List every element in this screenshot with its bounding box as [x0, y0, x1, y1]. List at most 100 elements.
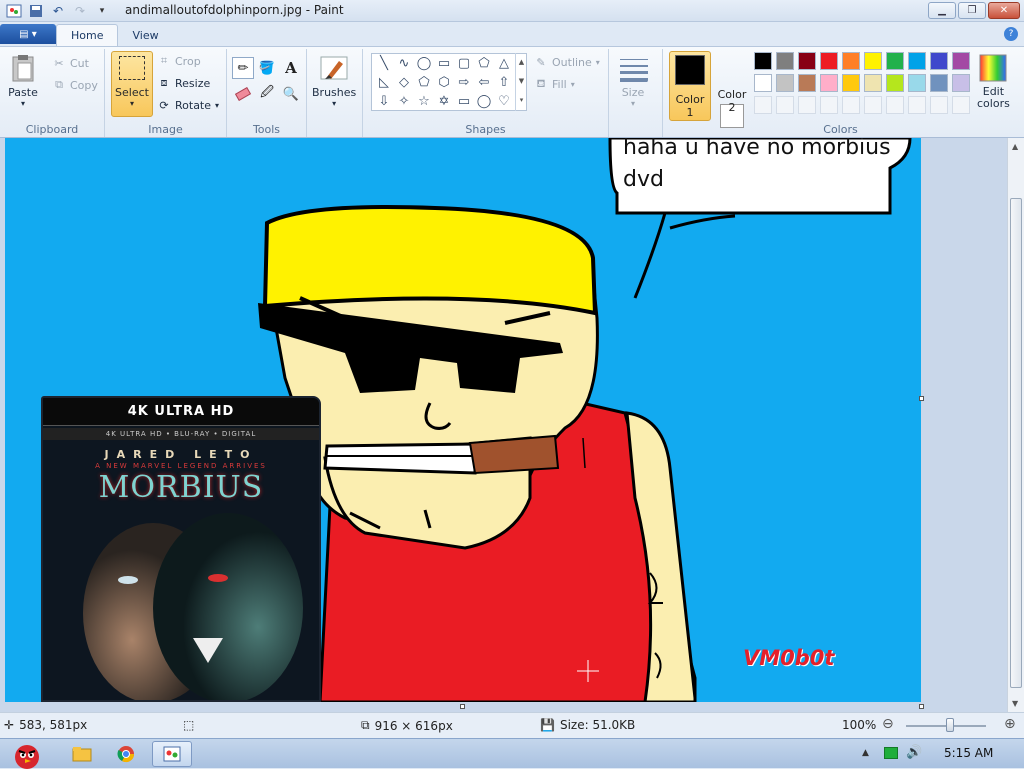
- title-bar: ↶ ↷ ▾ andimalloutofdolphinporn.jpg - Pai…: [0, 0, 1024, 22]
- crop-button[interactable]: ⌗ Crop: [157, 54, 201, 68]
- restore-button[interactable]: ❐: [958, 2, 986, 19]
- size-button[interactable]: Size ▾: [618, 53, 648, 108]
- paint-app-icon[interactable]: [6, 3, 22, 19]
- rectangle-shape-icon[interactable]: ▭: [434, 54, 454, 73]
- resize-button[interactable]: ⧈ Resize: [157, 76, 211, 90]
- taskbar: ▲ 🔊 5:15 AM: [0, 738, 1024, 769]
- outline-icon: ✎: [536, 55, 546, 69]
- canvas-resize-handle-corner[interactable]: [919, 704, 924, 709]
- fill-icon: ⛾: [536, 76, 546, 90]
- rounded-rectangle-shape-icon[interactable]: ▢: [454, 54, 474, 73]
- fill-button[interactable]: ⛾ Fill ▾: [534, 77, 575, 91]
- customize-qat-icon[interactable]: ▾: [94, 3, 110, 19]
- dvd-actor-name: JARED LETO: [104, 448, 258, 461]
- rotate-button[interactable]: ⟳ Rotate ▾: [157, 98, 219, 112]
- vertical-scrollbar[interactable]: ▲ ▼: [1007, 138, 1024, 712]
- left-arrow-shape-icon[interactable]: ⇦: [474, 73, 494, 92]
- callout-oval-icon[interactable]: ◯: [474, 92, 494, 111]
- volume-icon[interactable]: 🔊: [906, 745, 922, 760]
- file-menu-button[interactable]: ▤ ▾: [0, 24, 56, 44]
- magnifier-icon[interactable]: 🔍: [280, 83, 302, 105]
- select-button[interactable]: Select ▾: [111, 51, 153, 117]
- heart-shape-icon[interactable]: ♡: [494, 92, 514, 111]
- shapes-group-label: Shapes: [465, 123, 506, 136]
- help-icon[interactable]: ?: [1004, 27, 1018, 41]
- four-point-star-icon[interactable]: ✧: [394, 92, 414, 111]
- right-triangle-shape-icon[interactable]: ◺: [374, 73, 394, 92]
- down-arrow-shape-icon[interactable]: ⇩: [374, 92, 394, 111]
- right-arrow-shape-icon[interactable]: ⇨: [454, 73, 474, 92]
- canvas-resize-handle-bottom[interactable]: [460, 704, 465, 709]
- copy-button[interactable]: ⧉ Copy: [52, 78, 98, 92]
- zoom-slider-thumb[interactable]: [946, 718, 954, 732]
- text-icon[interactable]: A: [280, 57, 302, 79]
- clipboard-group: Paste ▾ ✂ Cut ⧉ Copy Clipboard: [0, 49, 105, 137]
- zoom-in-icon[interactable]: ⊕: [1004, 716, 1016, 732]
- network-icon[interactable]: [884, 747, 898, 759]
- cursor-position-icon: ✛: [4, 718, 15, 732]
- artist-signature: VM0b0t: [743, 646, 835, 670]
- polygon-shape-icon[interactable]: ⬠: [474, 54, 494, 73]
- scroll-thumb[interactable]: [1010, 198, 1022, 688]
- cut-button[interactable]: ✂ Cut: [52, 56, 89, 70]
- outline-button[interactable]: ✎ Outline ▾: [534, 55, 599, 69]
- pencil-icon[interactable]: ✏: [232, 57, 254, 79]
- file-size: 💾 Size: 51.0KB: [540, 718, 636, 732]
- save-icon[interactable]: [28, 3, 44, 19]
- paste-button[interactable]: Paste ▾: [8, 53, 38, 108]
- six-point-star-icon[interactable]: ✡: [434, 92, 454, 111]
- undo-icon[interactable]: ↶: [50, 3, 66, 19]
- start-button[interactable]: [2, 741, 48, 769]
- dvd-format-line: 4K ULTRA HD • BLU-RAY • DIGITAL: [43, 428, 319, 440]
- file-size-icon: 💾: [540, 718, 555, 732]
- eraser-icon[interactable]: [232, 83, 254, 105]
- selection-size-icon: ⬚: [183, 718, 195, 732]
- fill-bucket-icon[interactable]: 🪣: [256, 57, 278, 79]
- morbius-dvd-cover: 4K ULTRA HD 4K ULTRA HD • BLU-RAY • DIGI…: [41, 396, 321, 702]
- canvas-workspace: haha u have no morbius dvd VM0b0t 4K ULT…: [0, 138, 1007, 712]
- copy-icon: ⧉: [55, 78, 63, 91]
- scroll-up-icon[interactable]: ▲: [1012, 142, 1018, 151]
- shapes-scroll[interactable]: ▲ ▼ ▾: [515, 53, 527, 111]
- oval-shape-icon[interactable]: ◯: [414, 54, 434, 73]
- brushes-button[interactable]: Brushes ▾: [312, 53, 356, 108]
- colors-group-label: Colors: [823, 123, 858, 136]
- status-bar: ✛ 583, 581px ⬚ ⧉ 916 × 616px 💾 Size: 51.…: [0, 712, 1024, 738]
- zoom-out-icon[interactable]: ⊖: [882, 716, 894, 732]
- file-menu-icon: ▤ ▾: [19, 28, 37, 40]
- color-picker-icon[interactable]: 🖉: [256, 83, 278, 105]
- selection-icon: [119, 56, 145, 80]
- line-shape-icon[interactable]: ╲: [374, 54, 394, 73]
- drawing-canvas[interactable]: haha u have no morbius dvd VM0b0t 4K ULT…: [5, 138, 921, 702]
- chrome-taskbar-icon[interactable]: [106, 741, 146, 767]
- scissors-icon: ✂: [54, 56, 64, 70]
- crop-icon: ⌗: [160, 54, 168, 67]
- minimize-icon: ▁: [938, 5, 946, 16]
- show-hidden-icons[interactable]: ▲: [862, 748, 869, 758]
- paint-taskbar-icon[interactable]: [152, 741, 192, 767]
- ribbon-tabs: ▤ ▾ Home View ?: [0, 22, 1024, 46]
- tab-home[interactable]: Home: [56, 24, 119, 46]
- file-explorer-taskbar-icon[interactable]: [62, 741, 102, 767]
- hexagon-shape-icon[interactable]: ⬡: [434, 73, 454, 92]
- callout-rect-icon[interactable]: ▭: [454, 92, 474, 111]
- minimize-button[interactable]: ▁: [928, 2, 956, 19]
- paste-icon: [12, 55, 34, 82]
- close-button[interactable]: ✕: [988, 2, 1020, 19]
- color2-label: Color: [717, 88, 747, 101]
- triangle-shape-icon[interactable]: △: [494, 54, 514, 73]
- dvd-cover-art: [43, 398, 319, 700]
- diamond-shape-icon[interactable]: ◇: [394, 73, 414, 92]
- curve-shape-icon[interactable]: ∿: [394, 54, 414, 73]
- taskbar-clock[interactable]: 5:15 AM: [944, 746, 993, 760]
- paste-dropdown-icon: ▾: [20, 99, 25, 108]
- dvd-movie-title: MORBIUS: [98, 470, 264, 505]
- canvas-resize-handle-right[interactable]: [919, 396, 924, 401]
- up-arrow-shape-icon[interactable]: ⇧: [494, 73, 514, 92]
- tab-view[interactable]: View: [118, 24, 172, 46]
- redo-icon[interactable]: ↷: [72, 3, 88, 19]
- scroll-down-icon[interactable]: ▼: [1012, 699, 1018, 708]
- pentagon-shape-icon[interactable]: ⬠: [414, 73, 434, 92]
- five-point-star-icon[interactable]: ☆: [414, 92, 434, 111]
- resize-icon: ⧈: [160, 76, 168, 89]
